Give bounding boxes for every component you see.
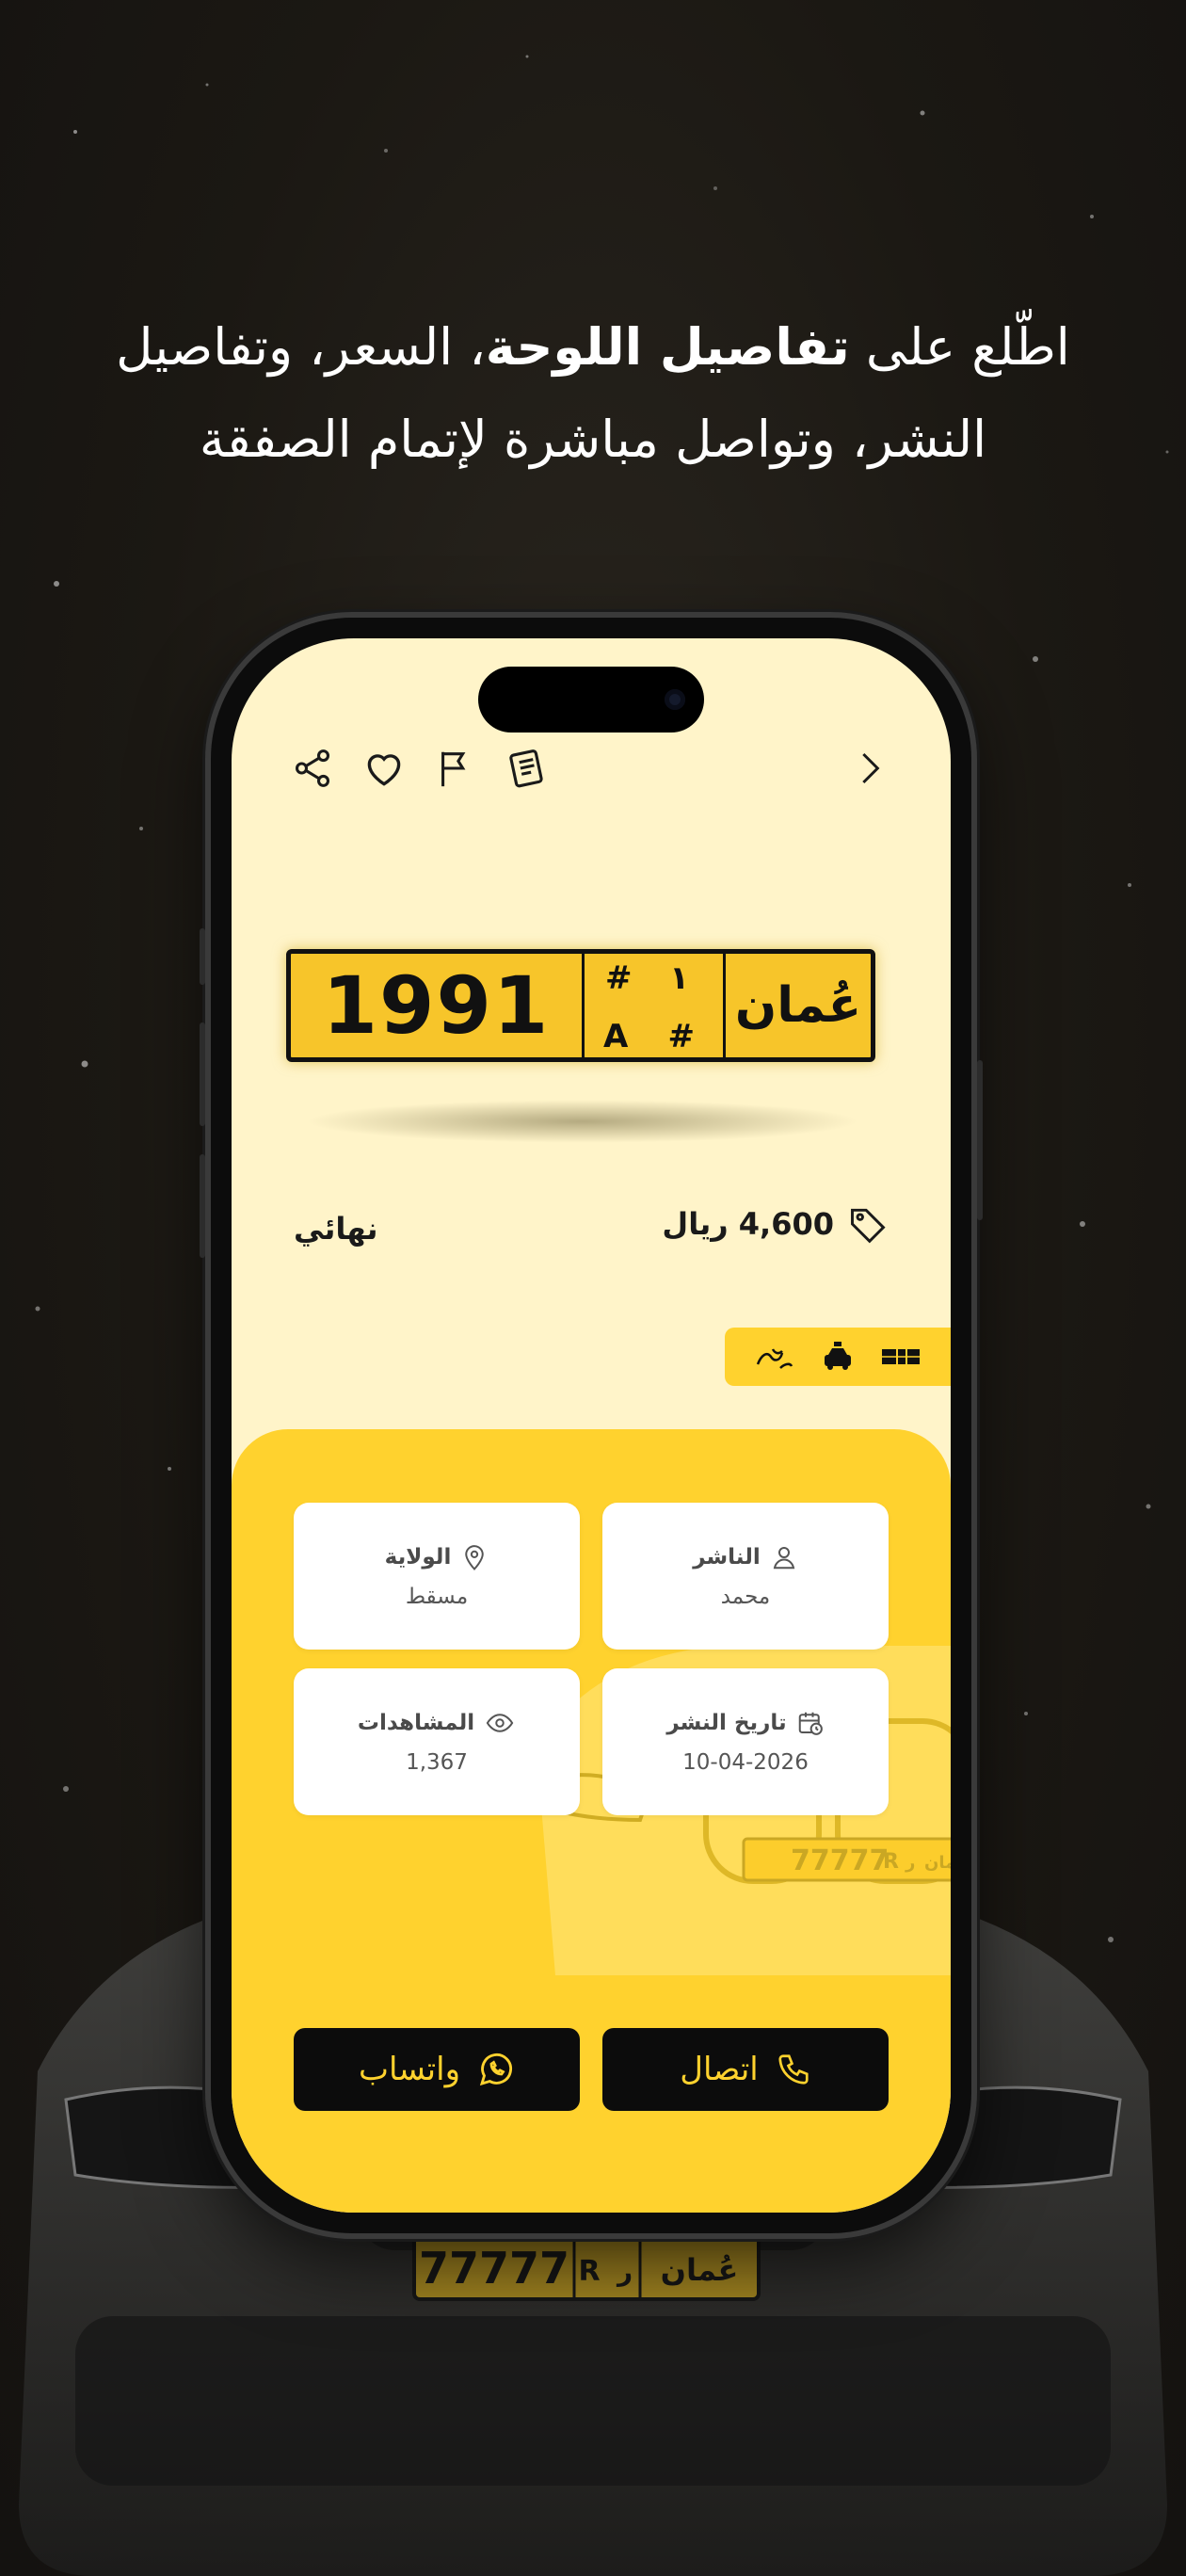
- views-card: المشاهدات 1,367: [294, 1668, 580, 1815]
- whatsapp-icon: [479, 2053, 513, 2086]
- phone-action-button: [200, 928, 205, 985]
- date-card: تاريخ النشر 10-04-2026: [602, 1668, 889, 1815]
- user-icon: [773, 1547, 794, 1570]
- calligraphy-tag-icon[interactable]: [754, 1340, 795, 1374]
- plate-country: عُمان: [734, 977, 862, 1034]
- camera-icon: [665, 689, 685, 710]
- headline-text: ، السعر، وتفاصيل: [116, 317, 486, 377]
- ghost-plate-number: 77777: [791, 1844, 889, 1877]
- calendar-clock-icon: [798, 1712, 823, 1735]
- plate-shadow: [305, 1100, 860, 1143]
- chevron-right-icon: [862, 752, 880, 784]
- state-card: الولاية مسقط: [294, 1503, 580, 1650]
- price-row: 4,600 ريال نهائي: [294, 1203, 889, 1260]
- price-value: 4,600 ريال: [662, 1206, 834, 1242]
- ghost-plate-letter-ar: ر: [905, 1853, 915, 1873]
- headline-text: اطّلع على: [849, 317, 1070, 377]
- phone-mockup: 1991 # ١ A # عُمان 4,600 ريال نهائي 7777…: [200, 618, 983, 2233]
- ghost-plate-letter: R: [883, 1850, 899, 1874]
- call-button-label: اتصال: [680, 2051, 759, 2088]
- background-plate-country: عُمان: [661, 2252, 739, 2288]
- background-plate-number: 77777: [419, 2243, 569, 2294]
- publisher-label: الناشر: [693, 1545, 761, 1570]
- location-pin-icon: [465, 1545, 485, 1570]
- phone-volume-down-button: [200, 1154, 205, 1258]
- plate-code: #: [667, 1018, 696, 1055]
- background-plate-letter-ar: ر: [616, 2256, 633, 2287]
- share-icon[interactable]: [288, 744, 337, 793]
- price-tag-icon: [851, 1208, 886, 1244]
- phone-screen: 1991 # ١ A # عُمان 4,600 ريال نهائي 7777…: [232, 638, 951, 2213]
- headline-line-2: النشر، وتواصل مباشرة لإتمام الصفقة: [199, 410, 987, 469]
- notes-icon[interactable]: [503, 744, 552, 793]
- phone-icon: [778, 2054, 809, 2085]
- action-icons: [288, 744, 552, 793]
- date-value: 10-04-2026: [682, 1750, 809, 1775]
- headline-bold-text: تفاصيل اللوحة: [485, 317, 850, 377]
- views-value: 1,367: [406, 1750, 468, 1775]
- publisher-label-row: الناشر: [693, 1543, 797, 1571]
- details-panel: 77777 R ر عُمان الناشر محمد الولاية مسقط: [232, 1429, 951, 2213]
- date-label-row: تاريخ النشر: [666, 1709, 824, 1737]
- eye-icon: [486, 1714, 514, 1732]
- top-bar: [288, 744, 894, 810]
- flag-icon[interactable]: [431, 744, 480, 793]
- listing-status: نهائي: [294, 1211, 378, 1247]
- car-tag-icon[interactable]: [817, 1340, 858, 1374]
- plate-code: #: [605, 959, 633, 997]
- headline-line-1: اطّلع على تفاصيل اللوحة، السعر، وتفاصيل: [0, 301, 1186, 394]
- state-label: الولاية: [384, 1545, 452, 1570]
- heart-icon[interactable]: [360, 744, 409, 793]
- publisher-value: محمد: [720, 1585, 771, 1609]
- date-label: تاريخ النشر: [666, 1711, 787, 1735]
- dynamic-island: [478, 667, 704, 733]
- state-label-row: الولاية: [385, 1543, 489, 1571]
- whatsapp-button[interactable]: واتساب: [294, 2028, 580, 2111]
- state-value: مسقط: [405, 1585, 469, 1609]
- views-label: المشاهدات: [357, 1711, 475, 1735]
- price: 4,600 ريال: [662, 1203, 889, 1245]
- category-tags: [725, 1328, 951, 1386]
- phone-power-button: [977, 1060, 983, 1220]
- plate-codes: # ١ A #: [585, 954, 726, 1057]
- license-plate: 1991 # ١ A # عُمان: [286, 949, 875, 1062]
- ghost-plate-country: عُمان: [924, 1852, 951, 1873]
- call-button[interactable]: اتصال: [602, 2028, 889, 2111]
- plate-tag-icon[interactable]: [880, 1340, 922, 1374]
- back-button[interactable]: [845, 744, 894, 793]
- headline: اطّلع على تفاصيل اللوحة، السعر، وتفاصيل …: [0, 301, 1186, 486]
- whatsapp-button-label: واتساب: [358, 2051, 461, 2088]
- views-label-row: المشاهدات: [358, 1709, 516, 1737]
- phone-volume-up-button: [200, 1022, 205, 1126]
- plate-number: 1991: [291, 954, 585, 1057]
- plate-code: A: [603, 1018, 629, 1055]
- publisher-card: الناشر محمد: [602, 1503, 889, 1650]
- background-plate-letter: R: [578, 2255, 600, 2288]
- plate-code: ١: [669, 959, 689, 997]
